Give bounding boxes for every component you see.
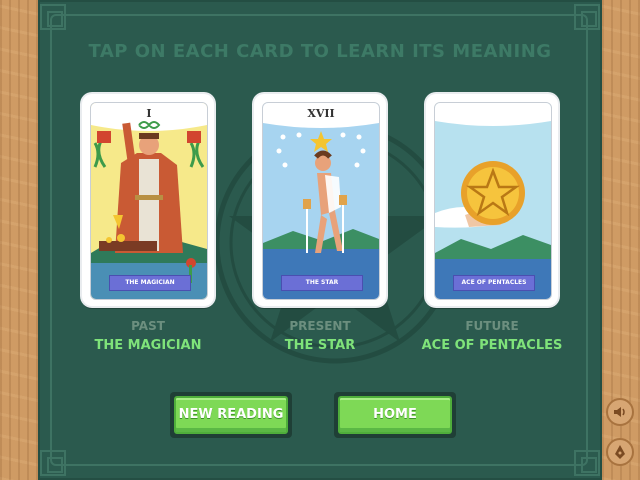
pen-nib-icon-glyph	[615, 445, 625, 459]
card-numeral: I	[146, 107, 152, 120]
game-board: TAP ON EACH CARD TO LEARN ITS MEANING I …	[38, 0, 602, 480]
tarot-card-future[interactable]: ACE OF PENTACLES	[426, 94, 558, 306]
card-name-future: ACE OF PENTACLES	[421, 338, 563, 353]
card-art-ace-of-pentacles: ACE OF PENTACLES	[434, 102, 552, 300]
tarot-card-past[interactable]: I THE MAGICIAN	[82, 94, 214, 306]
frame-corner-ornament	[40, 4, 66, 30]
card-name-past: THE MAGICIAN	[94, 338, 202, 353]
card-name-present: THE STAR	[284, 338, 356, 353]
card-numeral: XVII	[307, 107, 335, 120]
speaker-icon-glyph	[614, 407, 625, 417]
position-label-present: PRESENT	[289, 319, 351, 333]
card-banner: THE MAGICIAN	[104, 275, 196, 291]
instruction-text: TAP ON EACH CARD TO LEARN ITS MEANING	[88, 41, 552, 62]
speaker-icon[interactable]	[606, 398, 634, 426]
card-banner: THE STAR	[276, 275, 368, 291]
card-art-magician: I THE MAGICIAN	[90, 102, 208, 300]
position-label-future: FUTURE	[465, 319, 519, 333]
new-reading-label: NEW READING	[174, 396, 288, 434]
position-label-past: PAST	[131, 319, 165, 333]
tarot-card-present[interactable]: XVII THE STAR	[254, 94, 386, 306]
pen-nib-icon[interactable]	[606, 438, 634, 466]
frame-corner-ornament	[574, 4, 600, 30]
frame-corner-ornament	[574, 450, 600, 476]
card-banner: ACE OF PENTACLES	[448, 275, 540, 291]
new-reading-button[interactable]: NEW READING	[170, 392, 292, 438]
home-label: HOME	[338, 396, 452, 434]
frame-corner-ornament	[40, 450, 66, 476]
home-button[interactable]: HOME	[334, 392, 456, 438]
card-art-star: XVII THE STAR	[262, 102, 380, 300]
wood-panel-left	[0, 0, 38, 480]
